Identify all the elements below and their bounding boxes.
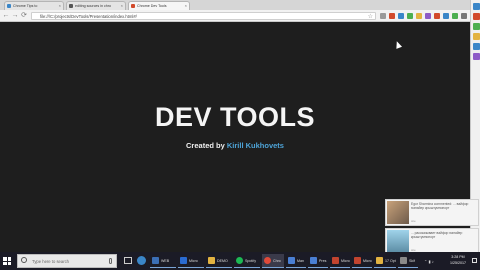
app-icon [400, 257, 407, 264]
extension-icon[interactable] [389, 13, 395, 19]
tab-label: Chrome Tips to [13, 4, 38, 8]
notification-avatar [387, 230, 409, 253]
panel-app-icon[interactable] [473, 3, 480, 10]
extension-icon[interactable] [434, 13, 440, 19]
taskbar-app[interactable]: Micro [330, 254, 350, 268]
taskbar-app[interactable]: Micro [178, 254, 204, 268]
browser-toolbar: ← → ⟳ file:///C:/projects/DevTools/Prese… [0, 10, 470, 22]
panel-app-icon[interactable] [473, 33, 480, 40]
tab-favicon-icon [7, 4, 11, 8]
app-label: Micro [341, 259, 350, 263]
app-icon [310, 257, 317, 264]
notification-center-icon[interactable] [472, 258, 477, 263]
tab-2[interactable]: editing sources in chro × [66, 1, 126, 10]
tab-label: Chrome Dev Tools [137, 4, 167, 8]
system-clock[interactable]: 3:28 PM 1/25/2017 [444, 255, 472, 267]
notification-meta: site [411, 219, 416, 223]
taskbar-app[interactable]: Skif [398, 254, 418, 268]
app-label: 17 Opt [385, 259, 396, 263]
app-icon [332, 257, 339, 264]
tab-3-active[interactable]: Chrome Dev Tools × [128, 1, 190, 10]
app-icon [152, 257, 159, 264]
extension-icon[interactable] [380, 13, 386, 19]
bookmark-star-icon[interactable]: ☆ [368, 13, 373, 20]
panel-app-icon[interactable] [473, 23, 480, 30]
taskbar-search-box[interactable]: Type here to search [17, 254, 117, 268]
close-tab-icon[interactable]: × [185, 3, 187, 8]
search-placeholder: Type here to search [32, 259, 70, 264]
notification-toast[interactable]: Egor Sharmina commented: ... вайфор юзна… [385, 199, 479, 226]
task-view-icon[interactable] [124, 257, 132, 264]
start-button[interactable] [3, 257, 11, 265]
back-button[interactable]: ← [2, 12, 10, 20]
notification-text: ... рассказывает вайфор юзнайер крыштумп… [411, 231, 463, 240]
panel-app-icon[interactable] [473, 13, 480, 20]
chrome-icon [264, 257, 271, 264]
author-link[interactable]: Kirill Kukhovets [227, 141, 284, 150]
byline-prefix: Created by [186, 141, 227, 150]
address-bar-url: file:///C:/projects/DevTools/Presentatio… [40, 14, 137, 19]
tab-favicon-icon [131, 4, 135, 8]
extension-icon[interactable] [425, 13, 431, 19]
panel-app-icon[interactable] [473, 43, 480, 50]
taskbar-app[interactable]: Spotify [234, 254, 260, 268]
extension-icon[interactable] [407, 13, 413, 19]
forward-button[interactable]: → [11, 12, 19, 20]
reload-button[interactable]: ⟳ [20, 12, 28, 20]
taskbar-app-active[interactable]: Chro [262, 254, 284, 268]
notification-toast[interactable]: ... рассказывает вайфор юзнайер крыштумп… [385, 228, 479, 255]
taskbar-app[interactable]: Man [286, 254, 306, 268]
browser-tab-strip: Chrome Tips to × editing sources in chro… [0, 0, 470, 10]
app-label: Chro [273, 259, 281, 263]
menu-icon[interactable] [461, 13, 467, 19]
windows-taskbar: Type here to search WEB Micro DEMO Spoti… [0, 252, 480, 270]
tab-1[interactable]: Chrome Tips to × [4, 1, 64, 10]
taskbar-app[interactable]: WEB [150, 254, 176, 268]
app-icon [180, 257, 187, 264]
system-tray-icons[interactable]: ⌃ ▮ ♪ [424, 259, 434, 264]
extension-icon[interactable] [443, 13, 449, 19]
extension-icon[interactable] [452, 13, 458, 19]
edge-browser-icon[interactable] [137, 256, 146, 265]
notification-text: Egor Sharmina commented: ... вайфор юзна… [411, 202, 469, 211]
slide-byline: Created by Kirill Kukhovets [0, 141, 470, 150]
app-label: Man [297, 259, 304, 263]
app-label: WEB [161, 259, 170, 263]
app-label: Pres [319, 259, 327, 263]
close-tab-icon[interactable]: × [59, 3, 61, 8]
microphone-icon[interactable] [109, 258, 112, 264]
search-icon [21, 257, 27, 263]
notification-avatar [387, 201, 409, 224]
app-icon [208, 257, 215, 264]
taskbar-app[interactable]: Pres [308, 254, 328, 268]
taskbar-app[interactable]: DEMO [206, 254, 232, 268]
clock-date: 1/25/2017 [450, 260, 466, 265]
app-label: Micro [189, 259, 198, 263]
app-icon [288, 257, 295, 264]
tab-favicon-icon [69, 4, 73, 8]
app-icon [354, 257, 361, 264]
slide-title: DEV TOOLS [154, 102, 316, 132]
app-label: Micro [363, 259, 372, 263]
tab-label: editing sources in chro [75, 4, 111, 8]
close-tab-icon[interactable]: × [121, 3, 123, 8]
taskbar-app[interactable]: 17 Opt [374, 254, 396, 268]
address-bar[interactable]: file:///C:/projects/DevTools/Presentatio… [31, 12, 376, 20]
app-label: Skif [409, 259, 415, 263]
taskbar-app[interactable]: Micro [352, 254, 372, 268]
panel-app-icon[interactable] [473, 53, 480, 60]
app-label: Spotify [245, 259, 256, 263]
app-label: DEMO [217, 259, 228, 263]
extension-icon[interactable] [398, 13, 404, 19]
extension-icon[interactable] [416, 13, 422, 19]
app-icon [376, 257, 383, 264]
app-icon [236, 257, 243, 264]
